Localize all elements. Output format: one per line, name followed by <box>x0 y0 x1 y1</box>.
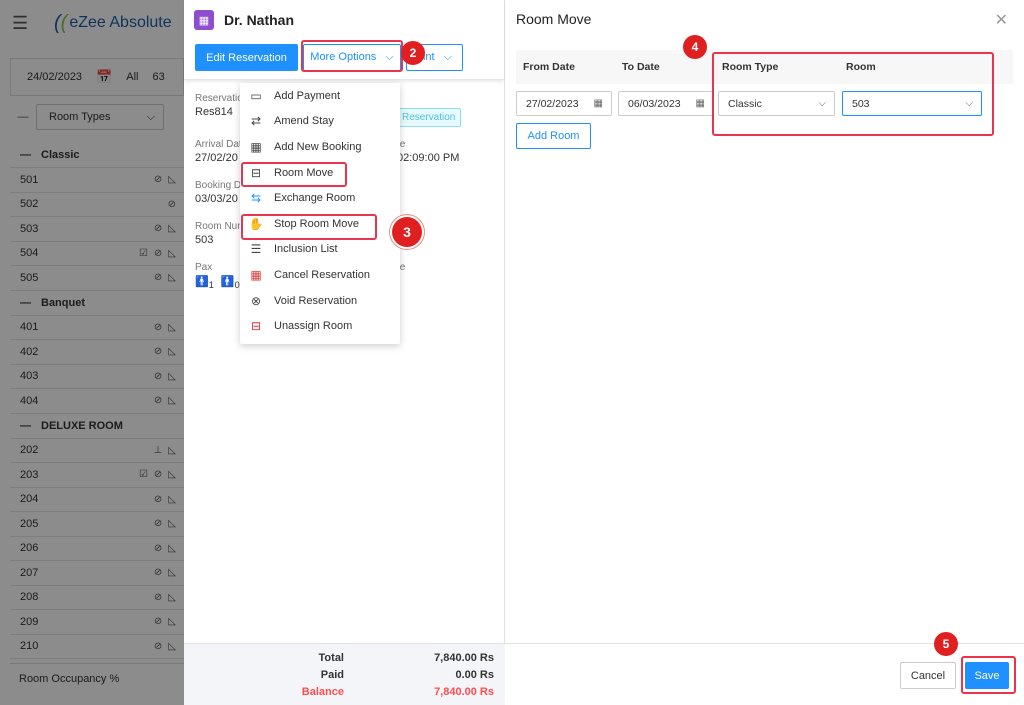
calendar-icon: ▦ <box>250 139 262 154</box>
hotel-icon: ▦ <box>194 10 214 30</box>
void-icon: ⊗ <box>250 293 262 308</box>
status-badge: Reservation <box>396 108 462 127</box>
exchange-icon: ⇆ <box>250 191 262 206</box>
menu-item-amend-stay[interactable]: ⇄ Amend Stay <box>240 109 400 135</box>
calendar-icon: ▦ <box>695 98 705 109</box>
menu-item-unassign-room[interactable]: ⊟ Unassign Room <box>240 313 400 339</box>
calendar-icon: ▦ <box>593 98 603 109</box>
list-icon: ☰ <box>250 242 262 257</box>
menu-item-void-reservation[interactable]: ⊗ Void Reservation <box>240 288 400 314</box>
guest-name: Dr. Nathan <box>224 12 295 28</box>
step-badge-2: 2 <box>401 41 425 65</box>
cancel-calendar-icon: ▦ <box>250 267 262 282</box>
paid-value: 0.00 Rs <box>455 669 494 681</box>
from-date-value: 27/02/2023 <box>526 97 579 110</box>
booking-date-value: 03/03/20 <box>195 193 238 205</box>
step-badge-5: 5 <box>934 632 958 656</box>
room-move-title: Room Move <box>516 11 592 27</box>
menu-item-add-new-booking[interactable]: ▦ Add New Booking <box>240 134 400 160</box>
step-badge-4: 4 <box>683 35 707 59</box>
menu-item-add-payment[interactable]: ▭ Add Payment <box>240 83 400 109</box>
room-move-highlight <box>241 162 347 187</box>
to-date-header: To Date <box>622 61 660 73</box>
menu-item-cancel-reservation[interactable]: ▦ Cancel Reservation <box>240 262 400 288</box>
from-date-field[interactable]: 27/02/2023 ▦ <box>516 91 612 116</box>
step-badge-3: 3 <box>392 217 422 247</box>
edit-reservation-button[interactable]: Edit Reservation <box>195 44 298 71</box>
arrival-value: 27/02/20 <box>195 152 238 164</box>
room-number-label: Room Num <box>195 221 246 232</box>
room-type-room-highlight <box>712 52 994 136</box>
close-icon[interactable]: ✕ <box>995 10 1008 30</box>
stop-room-move-highlight <box>241 214 377 240</box>
unassign-icon: ⊟ <box>250 319 262 334</box>
totals-section: Total 7,840.00 Rs Paid 0.00 Rs Balance 7… <box>184 643 505 705</box>
balance-value: 7,840.00 Rs <box>434 686 494 698</box>
paid-label: Paid <box>320 669 344 681</box>
add-room-button[interactable]: Add Room <box>516 123 591 149</box>
pax-values: 🚹1 🚹0 <box>195 276 240 291</box>
modal-overlay[interactable] <box>0 0 184 705</box>
to-date-value: 06/03/2023 <box>628 97 681 110</box>
cancel-button[interactable]: Cancel <box>900 662 956 689</box>
room-number-value: 503 <box>195 234 214 246</box>
menu-item-inclusion-list[interactable]: ☰ Inclusion List <box>240 237 400 263</box>
payment-icon: ▭ <box>250 88 262 103</box>
arrival-label: Arrival Dat <box>195 139 242 150</box>
departure-label: te <box>397 139 406 150</box>
departure-time: 02:09:00 PM <box>397 152 460 164</box>
save-highlight <box>961 656 1016 694</box>
adult-icon: 🚹 <box>195 276 209 288</box>
pax-label: Pax <box>195 262 213 273</box>
amend-icon: ⇄ <box>250 114 262 129</box>
room-move-panel: Room Move ✕ From Date To Date Room Type … <box>505 0 1024 705</box>
to-date-field[interactable]: 06/03/2023 ▦ <box>618 91 714 116</box>
from-date-header: From Date <box>523 61 575 73</box>
total-value: 7,840.00 Rs <box>434 652 494 664</box>
child-icon: 🚹 <box>220 276 235 288</box>
menu-item-exchange-room[interactable]: ⇆ Exchange Room <box>240 185 400 211</box>
chevron-down-icon: ⌵ <box>443 51 452 63</box>
total-label: Total <box>318 652 344 664</box>
balance-label: Balance <box>301 686 344 698</box>
more-options-highlight <box>301 40 403 72</box>
booking-date-label: Booking D <box>195 180 242 191</box>
